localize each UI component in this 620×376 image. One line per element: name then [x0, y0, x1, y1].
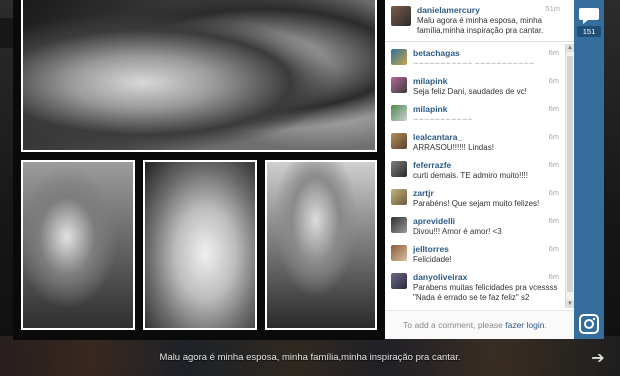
- comment-footer: To add a comment, please fazer login.: [385, 310, 574, 339]
- photo-panel-top: [21, 0, 377, 152]
- comment-time: 6m: [548, 160, 559, 169]
- comment-text: Parabéns! Que sejam muito felizes!: [413, 199, 540, 208]
- login-prompt: To add a comment, please fazer login.: [385, 320, 565, 330]
- avatar[interactable]: [391, 49, 407, 65]
- comments-panel: danielamercury 51m Malu agora é minha es…: [385, 0, 574, 339]
- comments-scrollbar[interactable]: ▲ ▼: [565, 44, 574, 308]
- list-item: lealcantara_ 6m ARRASOU!!!!!! Lindas!: [385, 128, 563, 156]
- comment-username[interactable]: milapink: [413, 104, 447, 114]
- avatar[interactable]: [391, 6, 411, 26]
- next-arrow-icon[interactable]: ➔: [588, 350, 608, 368]
- comment-text: curti demais. TE admiro muito!!!!: [413, 171, 528, 180]
- list-item: feferrazfe 6m curti demais. TE admiro mu…: [385, 156, 563, 184]
- comment-username[interactable]: betachagas: [413, 48, 460, 58]
- list-item: betachagas 6m ꕀꕀꕀꕀꕀꕀꕀꕀꕀꕀꕀ ꕀꕀꕀꕀꕀꕀꕀꕀꕀꕀꕀ: [385, 44, 563, 72]
- comment-time: 6m: [548, 244, 559, 253]
- comment-time: 6m: [548, 188, 559, 197]
- speech-bubble-icon[interactable]: [578, 6, 600, 28]
- avatar[interactable]: [391, 245, 407, 261]
- avatar[interactable]: [391, 77, 407, 93]
- comment-text: Parabens muitas felicidades pra vcessss …: [413, 283, 558, 302]
- comment-username[interactable]: aprevidelli: [413, 216, 455, 226]
- list-item: milapink 6m ꕀꕀꕀꕀꕀꕀꕀꕀꕀꕀꕀ: [385, 100, 563, 128]
- avatar[interactable]: [391, 273, 407, 289]
- comment-time: 6m: [548, 76, 559, 85]
- scroll-up-arrow-icon[interactable]: ▲: [566, 44, 574, 52]
- comment-username[interactable]: lealcantara_: [413, 132, 462, 142]
- avatar[interactable]: [391, 161, 407, 177]
- scroll-down-arrow-icon[interactable]: ▼: [566, 300, 574, 308]
- comment-text: Felicidade!: [413, 255, 452, 264]
- photo-panel-bottom-left: [21, 160, 135, 330]
- comment-username[interactable]: zartjr: [413, 188, 434, 198]
- comment-time: 6m: [548, 48, 559, 57]
- list-item: aprevidelli 6m Divou!!! Amor é amor! <3: [385, 212, 563, 240]
- list-item: milapink 6m Seja feliz Dani, saudades de…: [385, 72, 563, 100]
- post-time: 51m: [545, 4, 560, 13]
- post-photo[interactable]: [13, 0, 385, 340]
- avatar[interactable]: [391, 105, 407, 121]
- comment-username[interactable]: jelltorres: [413, 244, 449, 254]
- post-username[interactable]: danielamercury: [417, 5, 480, 15]
- comment-text: Divou!!! Amor é amor! <3: [413, 227, 502, 236]
- photo-panel-bottom-middle: [143, 160, 257, 330]
- comment-username[interactable]: feferrazfe: [413, 160, 451, 170]
- comment-time: 6m: [548, 132, 559, 141]
- comment-time: 6m: [548, 272, 559, 281]
- login-link[interactable]: fazer login: [505, 320, 544, 330]
- comment-time: 6m: [548, 216, 559, 225]
- comment-username[interactable]: danyoliveirax: [413, 272, 467, 282]
- login-prompt-text: To add a comment, please: [403, 320, 506, 330]
- comment-count-badge: 151: [577, 26, 601, 37]
- instagram-icon[interactable]: [578, 313, 600, 335]
- comment-time: 6m: [548, 104, 559, 113]
- list-item: danyoliveirax 6m Parabens muitas felicid…: [385, 268, 563, 308]
- scroll-thumb[interactable]: [567, 56, 573, 292]
- prev-arrow-icon[interactable]: [0, 18, 14, 48]
- comment-text: ARRASOU!!!!!! Lindas!: [413, 143, 494, 152]
- list-item: jelltorres 6m Felicidade!: [385, 240, 563, 268]
- avatar[interactable]: [391, 217, 407, 233]
- comment-text: ꕀꕀꕀꕀꕀꕀꕀꕀꕀꕀꕀ: [413, 117, 473, 123]
- avatar[interactable]: [391, 133, 407, 149]
- list-item: zartjr 6m Parabéns! Que sejam muito feli…: [385, 184, 563, 212]
- photo-panel-bottom-right: [265, 160, 377, 330]
- right-sidebar: 151: [574, 0, 604, 339]
- comment-text: ꕀꕀꕀꕀꕀꕀꕀꕀꕀꕀꕀ ꕀꕀꕀꕀꕀꕀꕀꕀꕀꕀꕀ: [413, 61, 535, 67]
- login-prompt-suffix: .: [544, 320, 547, 330]
- post-text: Malu agora é minha esposa, minha família…: [417, 16, 544, 35]
- photo-caption: Malu agora é minha esposa, minha família…: [159, 352, 461, 363]
- comment-text: Seja feliz Dani, saudades de vc!: [413, 87, 527, 96]
- comment-username[interactable]: milapink: [413, 76, 447, 86]
- avatar[interactable]: [391, 189, 407, 205]
- post-header: danielamercury 51m Malu agora é minha es…: [385, 0, 574, 42]
